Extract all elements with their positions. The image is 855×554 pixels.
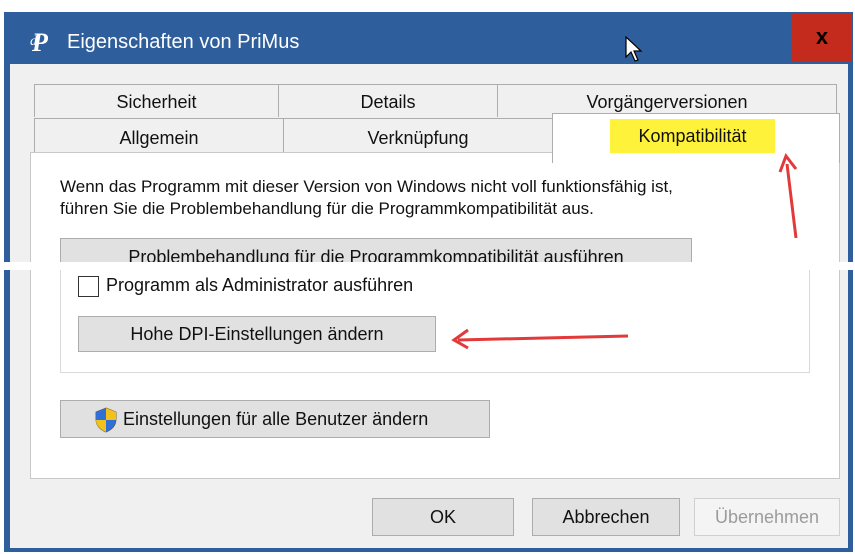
mouse-pointer-icon (625, 36, 643, 62)
close-button[interactable]: x (792, 14, 852, 62)
run-as-admin-label[interactable]: Programm als Administrator ausführen (106, 275, 413, 296)
apply-button[interactable]: Übernehmen (694, 498, 840, 536)
change-settings-all-users-label: Einstellungen für alle Benutzer ändern (123, 409, 429, 429)
ok-button[interactable]: OK (372, 498, 514, 536)
tab-sicherheit[interactable]: Sicherheit (34, 84, 279, 117)
compatibility-description: Wenn das Programm mit dieser Version von… (60, 176, 790, 220)
tab-kompatibilitaet-label[interactable]: Kompatibilität (610, 119, 775, 153)
cancel-button[interactable]: Abbrechen (532, 498, 680, 536)
screenshot-splice-gap (0, 262, 855, 270)
tab-verknuepfung[interactable]: Verknüpfung (283, 118, 553, 154)
primus-logo-icon: P d (30, 26, 60, 56)
cropped-top-strip (0, 0, 855, 12)
window-title: Eigenschaften von PriMus (67, 31, 300, 53)
annotation-arrow-left-icon (451, 328, 629, 350)
tab-allgemein[interactable]: Allgemein (34, 118, 284, 154)
change-settings-all-users-button[interactable]: Einstellungen für alle Benutzer ändern (60, 400, 490, 438)
uac-shield-icon (95, 407, 117, 433)
troubleshoot-compatibility-button[interactable]: Problembehandlung für die Programmkompat… (60, 238, 692, 264)
svg-text:d: d (30, 34, 38, 49)
description-line-1: Wenn das Programm mit dieser Version von… (60, 177, 673, 196)
change-high-dpi-settings-button[interactable]: Hohe DPI-Einstellungen ändern (78, 316, 436, 352)
tab-details[interactable]: Details (278, 84, 498, 117)
annotation-arrow-up-icon (778, 152, 798, 239)
description-line-2: führen Sie die Problembehandlung für die… (60, 199, 594, 218)
run-as-admin-checkbox[interactable] (78, 276, 99, 297)
